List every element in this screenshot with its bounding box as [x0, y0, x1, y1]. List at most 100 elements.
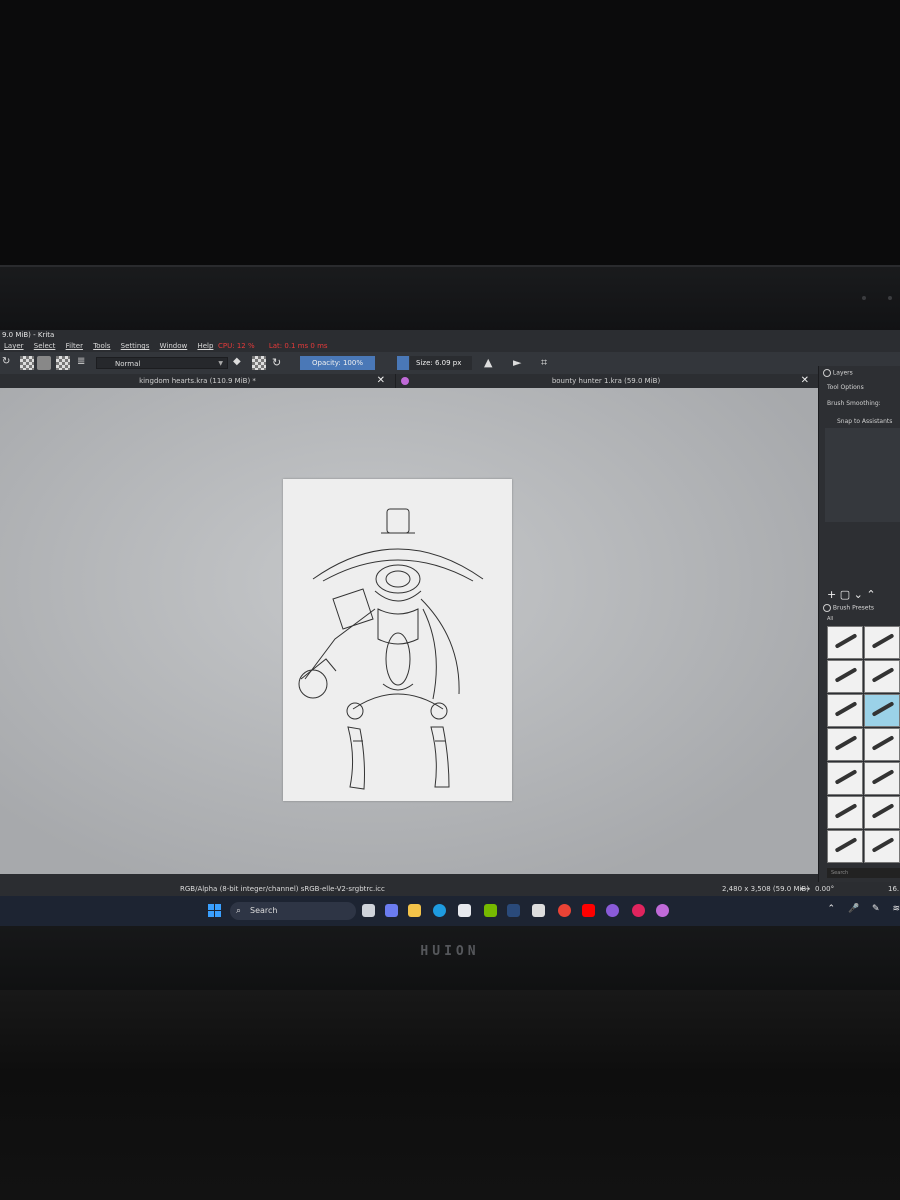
tab-label: bounty hunter 1.kra (59.0 MiB) — [551, 377, 661, 385]
color-space-info: RGB/Alpha (8-bit integer/channel) sRGB-e… — [180, 885, 385, 893]
mirror-horizontal-icon[interactable]: ▲ — [484, 356, 492, 370]
brush-preset[interactable] — [864, 660, 900, 693]
nvidia-icon[interactable] — [484, 904, 497, 917]
window-title: 9.0 MiB) - Krita — [0, 330, 900, 340]
menu-settings[interactable]: Settings — [121, 340, 150, 352]
chevron-up-icon[interactable]: ⌃ — [828, 904, 836, 914]
menu-window[interactable]: Window — [160, 340, 188, 352]
swap-colors-icon[interactable] — [56, 356, 70, 370]
app-icon[interactable] — [606, 904, 619, 917]
menu-filter[interactable]: Filter — [66, 340, 83, 352]
menu-layer[interactable]: Layer — [4, 340, 24, 352]
unity-icon[interactable] — [532, 904, 545, 917]
redo-icon[interactable]: ↻ — [2, 356, 10, 370]
zoom-value[interactable]: 16. — [888, 882, 899, 896]
layers-label: Layers — [832, 369, 853, 377]
wifi-icon[interactable]: ≋ — [892, 904, 900, 914]
brush-preset-grid — [827, 626, 900, 863]
layer-actions[interactable]: + ▢ ⌄ ⌃ — [827, 588, 876, 601]
snap-assistants-checkbox[interactable]: Snap to Assistants — [837, 418, 892, 425]
tablet-base — [0, 990, 900, 1200]
youtube-icon[interactable] — [582, 904, 595, 917]
brush-preset[interactable] — [827, 694, 863, 727]
brush-preset[interactable] — [827, 762, 863, 795]
brush-preset-selected[interactable] — [864, 694, 900, 727]
chevron-down-icon: ▼ — [218, 360, 223, 367]
mirror-vertical-icon[interactable]: ► — [513, 356, 521, 370]
taskbar-search-label: Search — [250, 906, 278, 915]
gradient-icon[interactable] — [20, 356, 34, 370]
store-icon[interactable] — [458, 904, 471, 917]
brush-preset[interactable] — [864, 728, 900, 761]
bezel-buttons — [840, 285, 892, 304]
status-bar: RGB/Alpha (8-bit integer/channel) sRGB-e… — [0, 882, 900, 896]
preset-search-input[interactable]: Search — [827, 868, 900, 878]
system-tray: ⌃ 🎤 ✎ ≋ — [818, 904, 900, 914]
wrap-around-icon[interactable]: ⌗ — [541, 356, 547, 370]
canvas-viewport[interactable] — [0, 388, 818, 874]
copilot-icon[interactable] — [385, 904, 398, 917]
layers-icon — [823, 369, 831, 377]
brush-preset[interactable] — [827, 830, 863, 863]
blend-mode-value: Normal — [115, 360, 141, 368]
line-art-sketch — [298, 508, 484, 790]
brush-toolbar: ↻ ≣ Normal ▼ ◆ ↻ Opacity: 100% Size: 6.0… — [0, 352, 900, 375]
brush-preset[interactable] — [827, 626, 863, 659]
edge-icon[interactable] — [433, 904, 446, 917]
menu-tools[interactable]: Tools — [93, 340, 110, 352]
krita-screen: 9.0 MiB) - Krita Layer Select Filter Too… — [0, 330, 900, 926]
brush-presets-title[interactable]: Brush Presets — [823, 604, 874, 612]
music-icon[interactable] — [632, 904, 645, 917]
chrome-icon[interactable] — [558, 904, 571, 917]
pen-icon[interactable]: ✎ — [872, 904, 880, 914]
horizontal-scrollbar[interactable] — [0, 874, 818, 882]
brush-preset[interactable] — [827, 660, 863, 693]
rotate-icon[interactable]: ⟷ — [800, 882, 810, 896]
krita-icon — [401, 377, 409, 385]
taskbar-search[interactable]: ⌕ Search — [230, 902, 356, 920]
blend-mode-select[interactable]: Normal ▼ — [96, 357, 228, 369]
pattern-icon[interactable] — [37, 356, 51, 370]
opacity-slider[interactable]: Opacity: 100% — [300, 356, 375, 370]
tool-options-title[interactable]: Tool Options — [827, 384, 864, 391]
task-view-icon[interactable] — [362, 904, 375, 917]
windows-taskbar: ⌕ Search ⌃ 🎤 ✎ ≋ — [0, 896, 900, 926]
brush-preset[interactable] — [827, 728, 863, 761]
close-icon[interactable]: ✕ — [377, 374, 385, 388]
brush-preset[interactable] — [864, 830, 900, 863]
tablet-bottom-bezel: HUION — [0, 926, 900, 990]
drawing-canvas[interactable] — [283, 479, 512, 801]
tool-options-panel — [825, 428, 900, 522]
latency-stat: Lat: 0.1 ms 0 ms — [268, 342, 328, 350]
menu-select[interactable]: Select — [34, 340, 56, 352]
edit-brush-icon[interactable]: ≣ — [77, 356, 85, 370]
menu-help[interactable]: Help — [197, 340, 213, 352]
brand-logo: HUION — [420, 944, 480, 959]
tab-kingdom-hearts[interactable]: kingdom hearts.kra (110.9 MiB) * ✕ — [0, 374, 396, 388]
size-slider[interactable]: Size: 6.09 px — [410, 356, 472, 370]
right-docker: Layers Tool Options Brush Smoothing: Sna… — [818, 366, 900, 882]
layers-docker-title[interactable]: Layers — [823, 369, 853, 377]
brush-preset[interactable] — [864, 626, 900, 659]
brush-smoothing-label: Brush Smoothing: — [827, 400, 881, 407]
rotation-value[interactable]: 0.00° — [815, 882, 834, 896]
eraser-icon[interactable]: ◆ — [233, 356, 241, 370]
file-explorer-icon[interactable] — [408, 904, 421, 917]
microphone-icon[interactable]: 🎤 — [848, 904, 859, 914]
tab-bounty-hunter[interactable]: bounty hunter 1.kra (59.0 MiB) ✕ — [397, 374, 815, 388]
brush-presets-icon — [823, 604, 831, 612]
search-icon: ⌕ — [236, 906, 242, 916]
cpu-stat: CPU: 12 % — [218, 342, 255, 350]
krita-taskbar-icon[interactable] — [656, 904, 669, 917]
close-icon[interactable]: ✕ — [801, 374, 809, 388]
alpha-lock-icon[interactable] — [252, 356, 266, 370]
document-tabs: kingdom hearts.kra (110.9 MiB) * ✕ bount… — [0, 374, 900, 388]
preset-filter[interactable]: All — [827, 616, 833, 622]
windows-start-icon[interactable] — [208, 904, 222, 918]
brush-preset[interactable] — [864, 762, 900, 795]
brush-preset[interactable] — [864, 796, 900, 829]
performance-stats: CPU: 12 % Lat: 0.1 ms 0 ms — [218, 340, 340, 352]
reload-preset-icon[interactable]: ↻ — [272, 356, 281, 370]
steam-icon[interactable] — [507, 904, 520, 917]
brush-preset[interactable] — [827, 796, 863, 829]
